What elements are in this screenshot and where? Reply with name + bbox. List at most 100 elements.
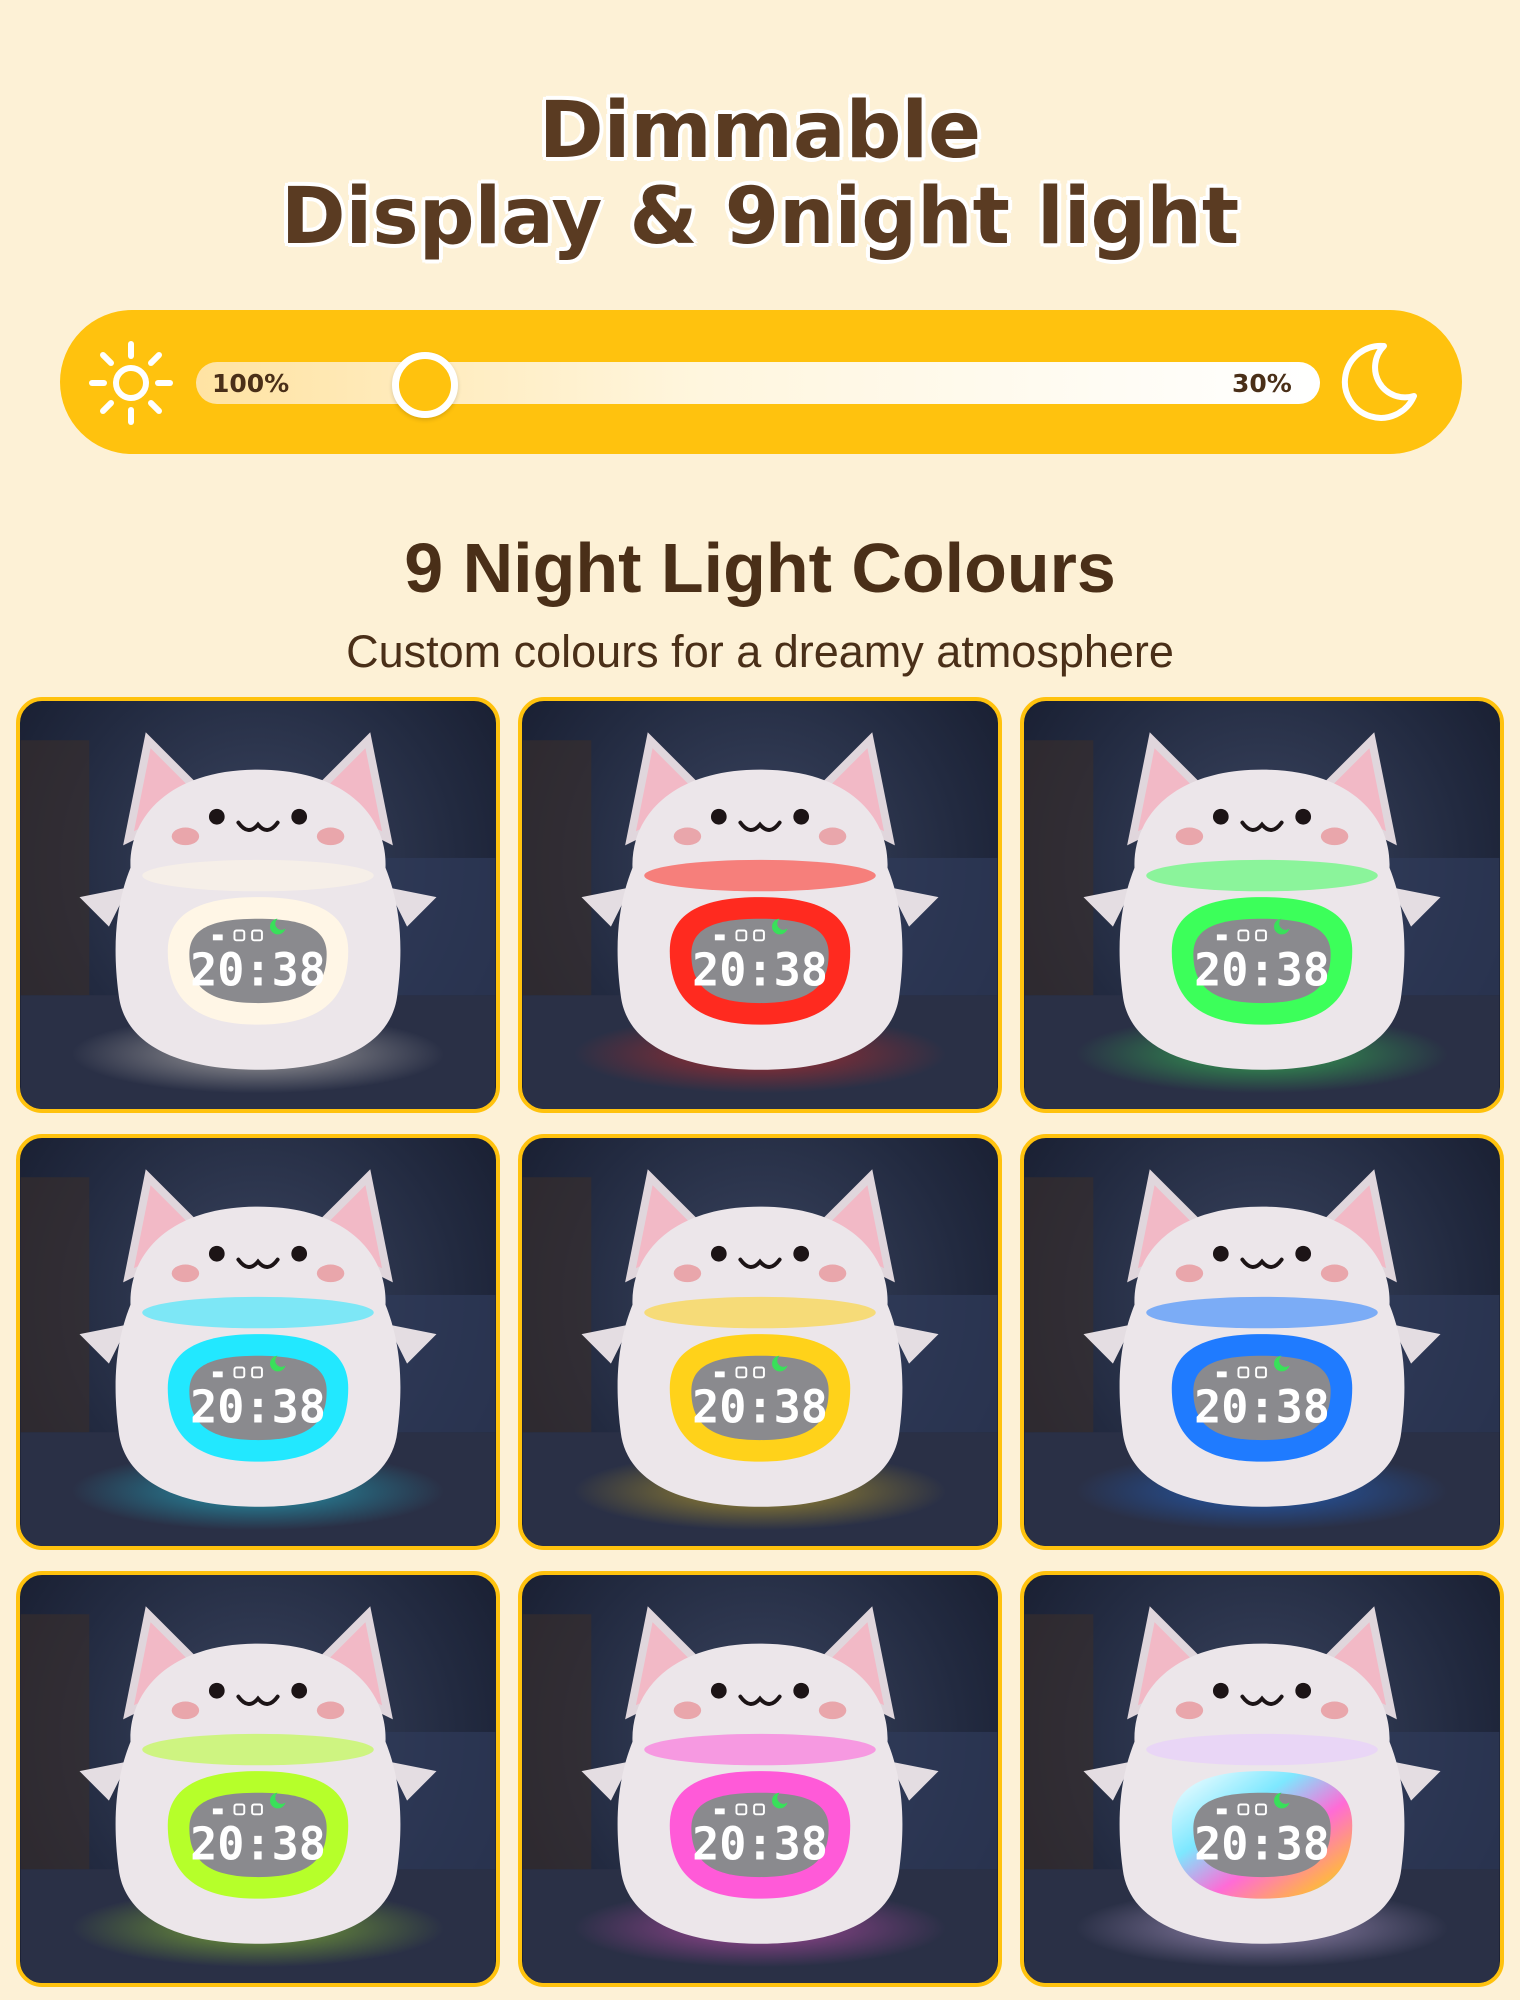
- cat-cheek: [673, 1701, 702, 1720]
- cat-eye: [291, 1245, 308, 1262]
- cat-cheek: [1320, 1701, 1349, 1720]
- night-light-card: 20:38: [16, 1134, 500, 1550]
- brightness-min-label: 30%: [1232, 369, 1292, 398]
- cat-eye: [208, 808, 225, 825]
- battery-icon: [212, 934, 223, 941]
- night-light-grid: 20:38 20:38 20:38 20:38 20:38 20:38 20:3…: [16, 697, 1504, 1987]
- night-light-card: 20:38: [16, 1571, 500, 1987]
- shelf: [1024, 740, 1094, 996]
- clock-time: 20:38: [692, 943, 828, 996]
- clock-illustration: 20:38: [522, 732, 998, 1109]
- cat-cheek: [818, 1701, 847, 1720]
- clock-illustration: 20:38: [20, 1606, 496, 1983]
- night-light-card: 20:38: [16, 697, 500, 1113]
- shelf: [20, 1177, 90, 1433]
- cat-cheek: [1175, 827, 1204, 846]
- cat-eye: [793, 1245, 810, 1262]
- moon-icon: [1341, 342, 1417, 421]
- headline-line-1: Dimmable: [538, 86, 982, 176]
- neck-glow: [1146, 1733, 1378, 1766]
- clock-illustration: 20:38: [1024, 1169, 1500, 1546]
- neck-glow: [644, 859, 876, 892]
- cat-eye: [1212, 1245, 1229, 1262]
- cat-cheek: [1320, 827, 1349, 846]
- neck-glow: [142, 859, 374, 892]
- cat-eye: [793, 1682, 810, 1699]
- shelf: [1024, 1177, 1094, 1433]
- neck-glow: [1146, 859, 1378, 892]
- cat-eye: [291, 808, 308, 825]
- neck-glow: [644, 1733, 876, 1766]
- cat-eye: [710, 1245, 727, 1262]
- clock-illustration: 20:38: [522, 1169, 998, 1546]
- clock-illustration: 20:38: [1024, 1606, 1500, 1983]
- clock-illustration: 20:38: [522, 1606, 998, 1983]
- shelf: [522, 1614, 592, 1870]
- clock-time: 20:38: [190, 1817, 326, 1870]
- battery-icon: [714, 1371, 725, 1378]
- cat-eye: [291, 1682, 308, 1699]
- battery-icon: [714, 934, 725, 941]
- battery-icon: [714, 1808, 725, 1815]
- shelf: [522, 740, 592, 996]
- cat-eye: [1212, 808, 1229, 825]
- clock-time: 20:38: [190, 1380, 326, 1433]
- night-light-card: 20:38: [1020, 1134, 1504, 1550]
- section-title: 9 Night Light Colours: [404, 529, 1116, 607]
- cat-cheek: [316, 1701, 345, 1720]
- brightness-track[interactable]: [196, 362, 1320, 404]
- cat-cheek: [171, 1264, 200, 1283]
- battery-icon: [212, 1808, 223, 1815]
- clock-time: 20:38: [190, 943, 326, 996]
- cat-eye: [208, 1245, 225, 1262]
- headline: Dimmable Display & 9night light: [0, 88, 1520, 260]
- cat-eye: [710, 1682, 727, 1699]
- cat-eye: [1295, 1682, 1312, 1699]
- cat-cheek: [1175, 1264, 1204, 1283]
- sun-icon: [89, 341, 173, 425]
- shelf: [522, 1177, 592, 1433]
- brightness-max-label: 100%: [212, 369, 290, 398]
- clock-illustration: 20:38: [1024, 732, 1500, 1109]
- battery-icon: [212, 1371, 223, 1378]
- clock-time: 20:38: [1194, 943, 1330, 996]
- cat-cheek: [171, 1701, 200, 1720]
- cat-cheek: [673, 827, 702, 846]
- shelf: [20, 1614, 90, 1870]
- clock-time: 20:38: [692, 1817, 828, 1870]
- night-light-card: 20:38: [1020, 697, 1504, 1113]
- battery-icon: [1216, 1371, 1227, 1378]
- cat-eye: [1295, 1245, 1312, 1262]
- battery-icon: [1216, 934, 1227, 941]
- night-light-card: 20:38: [1020, 1571, 1504, 1987]
- clock-time: 20:38: [1194, 1380, 1330, 1433]
- section-subtitle: Custom colours for a dreamy atmosphere: [346, 626, 1174, 677]
- cat-eye: [793, 808, 810, 825]
- cat-cheek: [1320, 1264, 1349, 1283]
- clock-illustration: 20:38: [20, 1169, 496, 1546]
- cat-cheek: [316, 827, 345, 846]
- clock-time: 20:38: [1194, 1817, 1330, 1870]
- clock-time: 20:38: [692, 1380, 828, 1433]
- neck-glow: [644, 1296, 876, 1329]
- neck-glow: [142, 1733, 374, 1766]
- cat-eye: [208, 1682, 225, 1699]
- cat-cheek: [673, 1264, 702, 1283]
- cat-cheek: [171, 827, 200, 846]
- headline-line-2: Display & 9night light: [280, 172, 1240, 262]
- brightness-slider-handle[interactable]: [392, 352, 458, 418]
- neck-glow: [142, 1296, 374, 1329]
- cat-eye: [710, 808, 727, 825]
- cat-eye: [1295, 808, 1312, 825]
- cat-cheek: [316, 1264, 345, 1283]
- clock-illustration: 20:38: [20, 732, 496, 1109]
- cat-cheek: [1175, 1701, 1204, 1720]
- night-light-card: 20:38: [518, 1571, 1002, 1987]
- battery-icon: [1216, 1808, 1227, 1815]
- cat-cheek: [818, 827, 847, 846]
- shelf: [1024, 1614, 1094, 1870]
- night-light-card: 20:38: [518, 697, 1002, 1113]
- shelf: [20, 740, 90, 996]
- cat-eye: [1212, 1682, 1229, 1699]
- cat-cheek: [818, 1264, 847, 1283]
